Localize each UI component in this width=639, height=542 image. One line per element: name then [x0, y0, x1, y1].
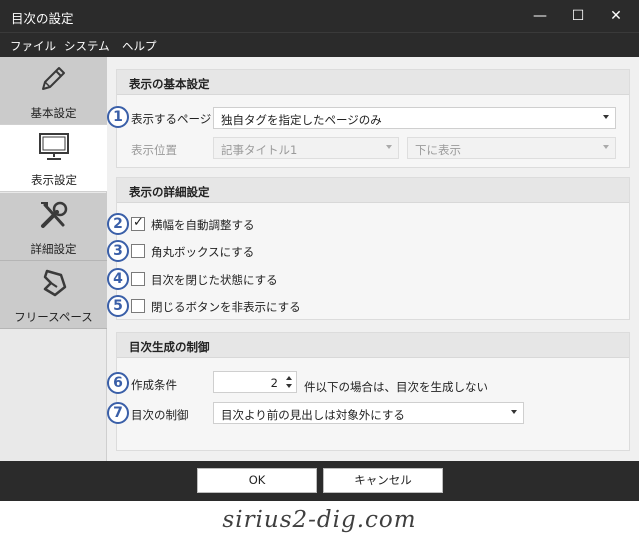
condition-suffix: 件以下の場合は、目次を生成しない [304, 380, 488, 394]
close-icon: ✕ [610, 8, 622, 24]
auto-width-checkbox[interactable]: ✓ [131, 215, 145, 231]
badge-2: 2 [107, 213, 129, 235]
condition-label: 作成条件 [131, 378, 177, 392]
display-position-select[interactable]: 記事タイトル1 [213, 137, 399, 159]
chevron-up-icon[interactable] [286, 376, 292, 380]
badge-1: 1 [107, 106, 129, 128]
dialog-footer: OK キャンセル [0, 461, 639, 501]
sidebar-item-display[interactable]: 表示設定 [0, 124, 108, 192]
collapsed-checkbox[interactable] [131, 272, 145, 286]
select-value: 独自タグを指定したページのみ [221, 113, 382, 127]
menu-file[interactable]: ファイル [10, 38, 56, 54]
hide-close-button-checkbox[interactable] [131, 299, 145, 313]
display-side-select[interactable]: 下に表示 [407, 137, 616, 159]
display-page-label: 表示するページ [131, 112, 212, 126]
title-bar: 目次の設定 — ☐ ✕ [0, 0, 639, 32]
select-value: 下に表示 [415, 143, 461, 157]
toc-control-label: 目次の制御 [131, 408, 189, 422]
group-heading: 目次生成の制御 [117, 333, 629, 358]
tools-icon [41, 201, 68, 228]
menu-bar: ファイル システム ヘルプ [0, 32, 639, 57]
rounded-box-label: 角丸ボックスにする [151, 245, 255, 259]
rounded-box-checkbox[interactable] [131, 244, 145, 258]
chevron-down-icon [511, 410, 517, 414]
watermark: sirius2-dig.com [222, 507, 417, 533]
group-heading: 表示の詳細設定 [117, 178, 629, 203]
badge-3: 3 [107, 240, 129, 262]
condition-stepper[interactable]: 2 [213, 371, 297, 393]
select-value: 記事タイトル1 [221, 143, 298, 157]
chevron-down-icon [603, 115, 609, 119]
settings-panel: 表示の基本設定 1 表示するページ 独自タグを指定したページのみ 表示位置 記事… [107, 57, 639, 461]
badge-5: 5 [107, 295, 129, 317]
maximize-icon: ☐ [571, 8, 585, 24]
sidebar-item-label: フリースペース [14, 310, 93, 324]
select-value: 目次より前の見出しは対象外にする [221, 408, 405, 422]
menu-help[interactable]: ヘルプ [122, 38, 157, 54]
sidebar: 基本設定 表示設定 詳細設定 フリースペース [0, 57, 108, 461]
close-button[interactable]: ✕ [593, 0, 639, 32]
sidebar-item-basic[interactable]: 基本設定 [0, 57, 107, 125]
free-space-icon [43, 269, 67, 297]
sidebar-item-label: 詳細設定 [30, 242, 77, 256]
chevron-down-icon [603, 145, 609, 149]
badge-4: 4 [107, 268, 129, 290]
cancel-button[interactable]: キャンセル [323, 468, 443, 493]
sidebar-item-label: 表示設定 [31, 173, 77, 187]
collapsed-label: 目次を閉じた状態にする [151, 273, 278, 287]
monitor-icon [39, 133, 69, 160]
display-position-label: 表示位置 [131, 143, 177, 157]
minimize-icon: — [533, 8, 547, 24]
toc-control-select[interactable]: 目次より前の見出しは対象外にする [213, 402, 524, 424]
sidebar-item-free-space[interactable]: フリースペース [0, 261, 107, 329]
sidebar-item-label: 基本設定 [30, 106, 77, 120]
pencil-icon [42, 67, 65, 90]
ok-button[interactable]: OK [197, 468, 317, 493]
chevron-down-icon [386, 145, 392, 149]
menu-system[interactable]: システム [64, 38, 110, 54]
check-icon: ✓ [133, 215, 144, 230]
auto-width-label: 横幅を自動調整する [151, 218, 255, 232]
display-page-select[interactable]: 独自タグを指定したページのみ [213, 107, 616, 129]
hide-close-button-label: 閉じるボタンを非表示にする [151, 300, 301, 314]
group-heading: 表示の基本設定 [117, 70, 629, 95]
badge-7: 7 [107, 402, 129, 424]
window-title: 目次の設定 [11, 11, 74, 26]
stepper-value: 2 [270, 376, 278, 390]
chevron-down-icon[interactable] [286, 384, 292, 388]
badge-6: 6 [107, 372, 129, 394]
sidebar-item-detail[interactable]: 詳細設定 [0, 193, 107, 261]
